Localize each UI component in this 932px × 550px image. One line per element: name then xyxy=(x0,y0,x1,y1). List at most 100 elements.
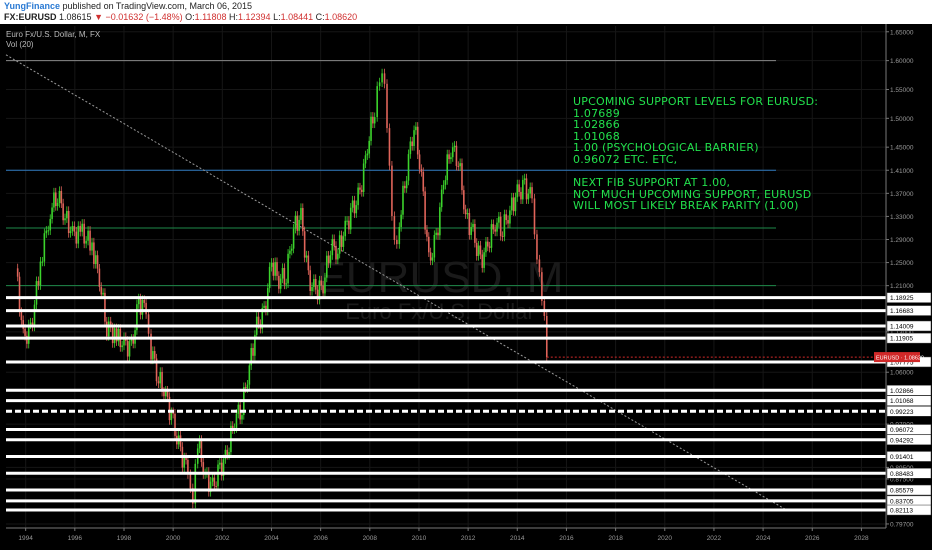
legend-title: Euro Fx/U.S. Dollar, M, FX xyxy=(6,30,101,39)
candle-body xyxy=(416,126,419,155)
candle-body xyxy=(43,233,46,262)
candle-body xyxy=(16,268,19,277)
candle-body xyxy=(96,255,99,269)
candle-body xyxy=(373,117,376,124)
candle-body xyxy=(364,155,367,164)
price-tick-label: 1.06000 xyxy=(890,370,914,377)
candle-body xyxy=(402,185,404,215)
support-level-label: 0.82113 xyxy=(890,508,913,515)
candle-body xyxy=(496,222,498,232)
chart-area[interactable]: EURUSD, M Euro Fx/U.S. Dollar 1.65000 1.600… xyxy=(0,24,932,550)
candle-body xyxy=(545,315,548,358)
candle-body xyxy=(121,345,123,348)
candle-body xyxy=(448,154,450,160)
candle-body xyxy=(400,214,402,228)
candle-body xyxy=(376,86,378,118)
candle-body xyxy=(60,190,63,204)
candle-body xyxy=(289,250,291,254)
candle-body xyxy=(81,223,84,232)
candle-body xyxy=(324,277,326,294)
candle-body xyxy=(391,165,393,217)
candle-body xyxy=(481,254,484,268)
candle-body xyxy=(522,179,524,200)
high-key: H: xyxy=(229,12,239,22)
symbol-label[interactable]: FX:EURUSD xyxy=(4,12,57,22)
candle-body xyxy=(357,187,359,206)
candle-body xyxy=(398,227,401,245)
candle-body xyxy=(483,252,485,268)
candle-body xyxy=(85,240,87,244)
candle-body xyxy=(147,314,150,334)
candle-body xyxy=(457,165,460,167)
candle-body xyxy=(381,73,383,83)
candle-body xyxy=(33,304,36,327)
candle-body xyxy=(518,184,520,192)
candle-body xyxy=(51,207,53,219)
candle-body xyxy=(378,82,381,87)
candle-body xyxy=(431,257,434,261)
open-key: O: xyxy=(185,12,195,22)
candle-body xyxy=(446,154,449,181)
support-level-label: 1.16683 xyxy=(890,308,914,315)
candle-body xyxy=(113,328,116,344)
low-key: L: xyxy=(273,12,281,22)
candle-body xyxy=(468,213,471,235)
candle-body xyxy=(111,327,114,344)
price-tick-label: 0.79700 xyxy=(890,521,914,528)
candle-body xyxy=(276,262,278,276)
close-value: 1.08620 xyxy=(324,12,358,22)
candle-body xyxy=(533,198,536,235)
time-tick-label: 2006 xyxy=(313,535,328,542)
annotation-line: WILL MOST LIKELY BREAK PARITY (1.00) xyxy=(573,199,799,213)
candle-body xyxy=(525,178,528,200)
candle-body xyxy=(516,184,519,198)
candle-body xyxy=(189,474,192,489)
candle-body xyxy=(211,477,214,482)
candle-body xyxy=(442,184,445,190)
candle-body xyxy=(368,140,370,154)
legend-indicator: Vol (20) xyxy=(6,40,34,49)
author-link[interactable]: YungFinance xyxy=(4,1,60,11)
time-tick-label: 2014 xyxy=(510,535,525,542)
candle-body xyxy=(263,305,265,308)
candle-body xyxy=(351,200,354,208)
candle-body xyxy=(266,287,269,311)
candle-body xyxy=(64,218,66,221)
down-arrow-icon: ▼ xyxy=(94,12,104,22)
candle-body xyxy=(415,126,417,131)
candle-body xyxy=(329,255,332,264)
support-level-label: 1.14009 xyxy=(890,323,914,330)
candle-body xyxy=(346,220,348,222)
candle-body xyxy=(464,209,467,215)
candle-body xyxy=(143,299,146,303)
candle-body xyxy=(73,226,76,232)
time-tick-label: 2022 xyxy=(707,535,722,542)
candle-body xyxy=(298,219,300,231)
candle-body xyxy=(331,239,334,256)
candle-body xyxy=(285,283,288,285)
candle-body xyxy=(472,223,474,228)
candle-body xyxy=(404,185,406,189)
candle-body xyxy=(314,278,317,290)
candle-body xyxy=(320,280,323,286)
candle-body xyxy=(407,154,410,181)
time-tick-label: 1996 xyxy=(68,535,83,542)
candle-body xyxy=(272,262,275,276)
candle-body xyxy=(107,321,110,337)
candle-body xyxy=(388,128,391,166)
candle-body xyxy=(424,191,426,230)
candle-body xyxy=(459,163,461,167)
candle-body xyxy=(340,235,343,247)
time-tick-label: 2018 xyxy=(608,535,623,542)
current-price-label: EURUSD · 1.08620 xyxy=(876,356,924,362)
candle-body xyxy=(372,116,374,124)
candle-body xyxy=(20,312,23,321)
candle-body xyxy=(411,141,414,147)
support-level-label: 0.99223 xyxy=(890,409,914,416)
candle-body xyxy=(235,413,238,429)
candle-body xyxy=(536,234,538,260)
candle-body xyxy=(174,413,176,436)
candle-body xyxy=(67,210,70,234)
price-tick-label: 1.33000 xyxy=(890,214,914,221)
candle-body xyxy=(252,347,254,356)
